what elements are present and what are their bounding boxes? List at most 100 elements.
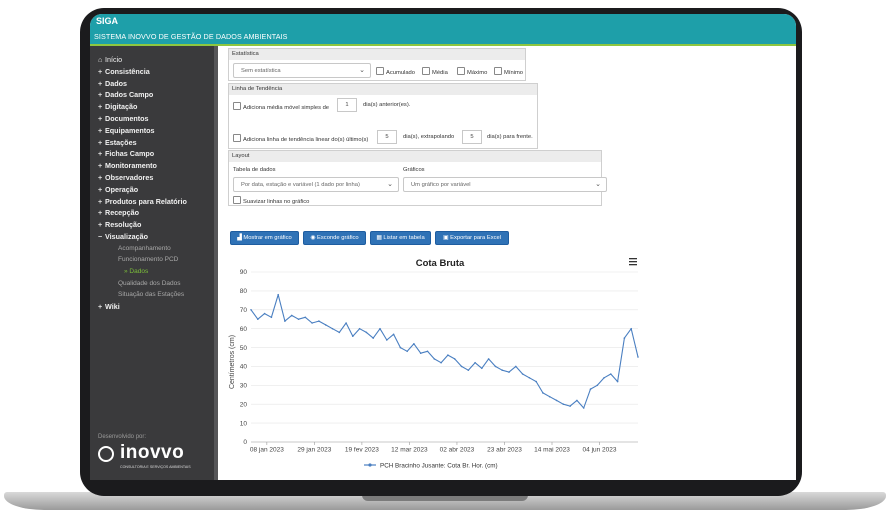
checkbox-minimo[interactable]: Mínimo [494, 67, 523, 76]
data-point[interactable] [345, 322, 347, 324]
data-point[interactable] [487, 358, 490, 360]
sidebar-item-visualizacao[interactable]: − Visualização [98, 231, 187, 243]
sidebar-item-produtos-relatorio[interactable]: + Produtos para Relatório [98, 196, 187, 208]
checkbox-box[interactable] [494, 67, 502, 75]
data-point[interactable] [290, 314, 293, 317]
data-point[interactable] [426, 350, 429, 353]
checkbox-box[interactable] [233, 196, 241, 204]
sidebar-item-recepcao[interactable]: + Recepção [98, 207, 187, 219]
hide-chart-button[interactable]: ◉ Esconde gráfico [303, 231, 366, 245]
chart-legend[interactable]: PCH Bracinho Jusante: Cota Br. Hor. (cm) [364, 463, 498, 470]
sidebar-item-dados[interactable]: + Dados [98, 78, 187, 90]
data-point[interactable] [481, 367, 483, 370]
data-point[interactable] [603, 377, 605, 379]
data-point[interactable] [596, 384, 599, 387]
checkbox-box[interactable] [457, 67, 465, 75]
moving-average-days-input[interactable]: 1 [337, 98, 357, 112]
sidebar-item-estacoes[interactable]: + Estações [98, 137, 187, 149]
checkbox-box[interactable] [422, 67, 430, 75]
data-point[interactable] [562, 403, 565, 405]
sidebar-subitem-funcionamento-pcd[interactable]: Funcionamento PCD [98, 254, 187, 266]
app-title[interactable]: SIGA [96, 16, 118, 26]
data-point[interactable] [630, 327, 632, 330]
charts-select[interactable]: Um gráfico por variável ⌄ [403, 177, 607, 192]
data-point[interactable] [372, 337, 374, 339]
sidebar-item-resolucao[interactable]: + Resolução [98, 219, 187, 231]
data-point[interactable] [447, 354, 449, 356]
extrapolate-days-input[interactable]: 5 [462, 130, 482, 144]
data-point[interactable] [440, 361, 442, 364]
sidebar-subitem-situacao-estacoes[interactable]: Situação das Estações [98, 289, 187, 301]
data-point[interactable] [467, 369, 470, 371]
data-point[interactable] [419, 352, 422, 354]
data-point[interactable] [311, 322, 313, 324]
data-point[interactable] [318, 320, 320, 322]
sidebar-item-equipamentos[interactable]: + Equipamentos [98, 125, 187, 137]
checkbox-smooth-lines[interactable]: Suavizar linhas no gráfico [233, 196, 309, 205]
sidebar-item-monitoramento[interactable]: + Monitoramento [98, 160, 187, 172]
data-point[interactable] [338, 331, 341, 334]
data-point[interactable] [324, 324, 327, 326]
statistics-select[interactable]: Sem estatística ⌄ [233, 63, 371, 78]
data-point[interactable] [297, 318, 300, 320]
data-point[interactable] [365, 331, 368, 334]
checkbox-box[interactable] [233, 134, 241, 142]
data-point[interactable] [270, 316, 273, 319]
checkbox-box[interactable] [376, 67, 384, 75]
data-point[interactable] [610, 373, 612, 375]
data-table-select[interactable]: Por data, estação e variável (1 dado por… [233, 177, 399, 192]
hamburger-menu-icon[interactable] [629, 258, 637, 266]
data-point[interactable] [589, 388, 592, 390]
data-point[interactable] [392, 333, 395, 336]
data-point[interactable] [582, 407, 585, 409]
data-point[interactable] [453, 358, 456, 360]
show-chart-button[interactable]: ▟ Mostrar em gráfico [230, 231, 299, 245]
data-point[interactable] [257, 318, 259, 320]
checkbox-acumulado[interactable]: Acumulado [376, 67, 415, 76]
data-point[interactable] [433, 358, 436, 360]
data-point[interactable] [616, 380, 619, 383]
sidebar-item-dados-campo[interactable]: + Dados Campo [98, 89, 187, 101]
series-line[interactable] [250, 294, 639, 409]
sidebar-subitem-acompanhamento[interactable]: Acompanhamento [98, 243, 187, 255]
sidebar-item-wiki[interactable]: + Wiki [98, 301, 187, 313]
data-point[interactable] [386, 339, 388, 341]
data-point[interactable] [548, 395, 551, 398]
data-point[interactable] [569, 405, 571, 407]
data-point[interactable] [637, 356, 639, 358]
data-point[interactable] [379, 327, 381, 330]
data-point[interactable] [413, 343, 415, 345]
data-point[interactable] [508, 371, 510, 373]
sidebar-item-documentos[interactable]: + Documentos [98, 113, 187, 125]
export-excel-button[interactable]: ▣ Exportar para Excel [435, 231, 509, 245]
data-point[interactable] [528, 377, 531, 379]
data-point[interactable] [352, 335, 354, 337]
sidebar-subitem-qualidade[interactable]: Qualidade dos Dados [98, 278, 187, 290]
data-point[interactable] [555, 399, 558, 402]
data-point[interactable] [263, 312, 266, 315]
data-point[interactable] [331, 327, 334, 330]
checkbox-media[interactable]: Média [422, 67, 448, 76]
data-point[interactable] [460, 365, 463, 368]
data-point[interactable] [515, 365, 517, 368]
data-point[interactable] [521, 373, 524, 375]
data-point[interactable] [623, 337, 626, 339]
checkbox-box[interactable] [233, 102, 241, 110]
sidebar-item-digitacao[interactable]: + Digitação [98, 101, 187, 113]
sidebar-item-home[interactable]: ⌂ Início [98, 54, 187, 66]
data-point[interactable] [250, 309, 252, 311]
sidebar-subitem-dados[interactable]: » Dados [98, 266, 187, 278]
data-point[interactable] [406, 350, 408, 353]
checkbox-linear-trend[interactable]: Adiciona linha de tendência linear do(s)… [233, 134, 368, 143]
data-point[interactable] [501, 369, 504, 371]
data-point[interactable] [304, 316, 307, 319]
data-point[interactable] [358, 327, 361, 330]
linear-trend-days-input[interactable]: 5 [377, 130, 397, 144]
checkbox-maximo[interactable]: Máximo [457, 67, 487, 76]
data-point[interactable] [535, 380, 537, 383]
data-point[interactable] [576, 399, 578, 402]
data-point[interactable] [474, 361, 476, 364]
data-point[interactable] [399, 346, 402, 349]
data-point[interactable] [277, 293, 279, 296]
list-table-button[interactable]: ▦ Listar em tabela [370, 231, 431, 245]
